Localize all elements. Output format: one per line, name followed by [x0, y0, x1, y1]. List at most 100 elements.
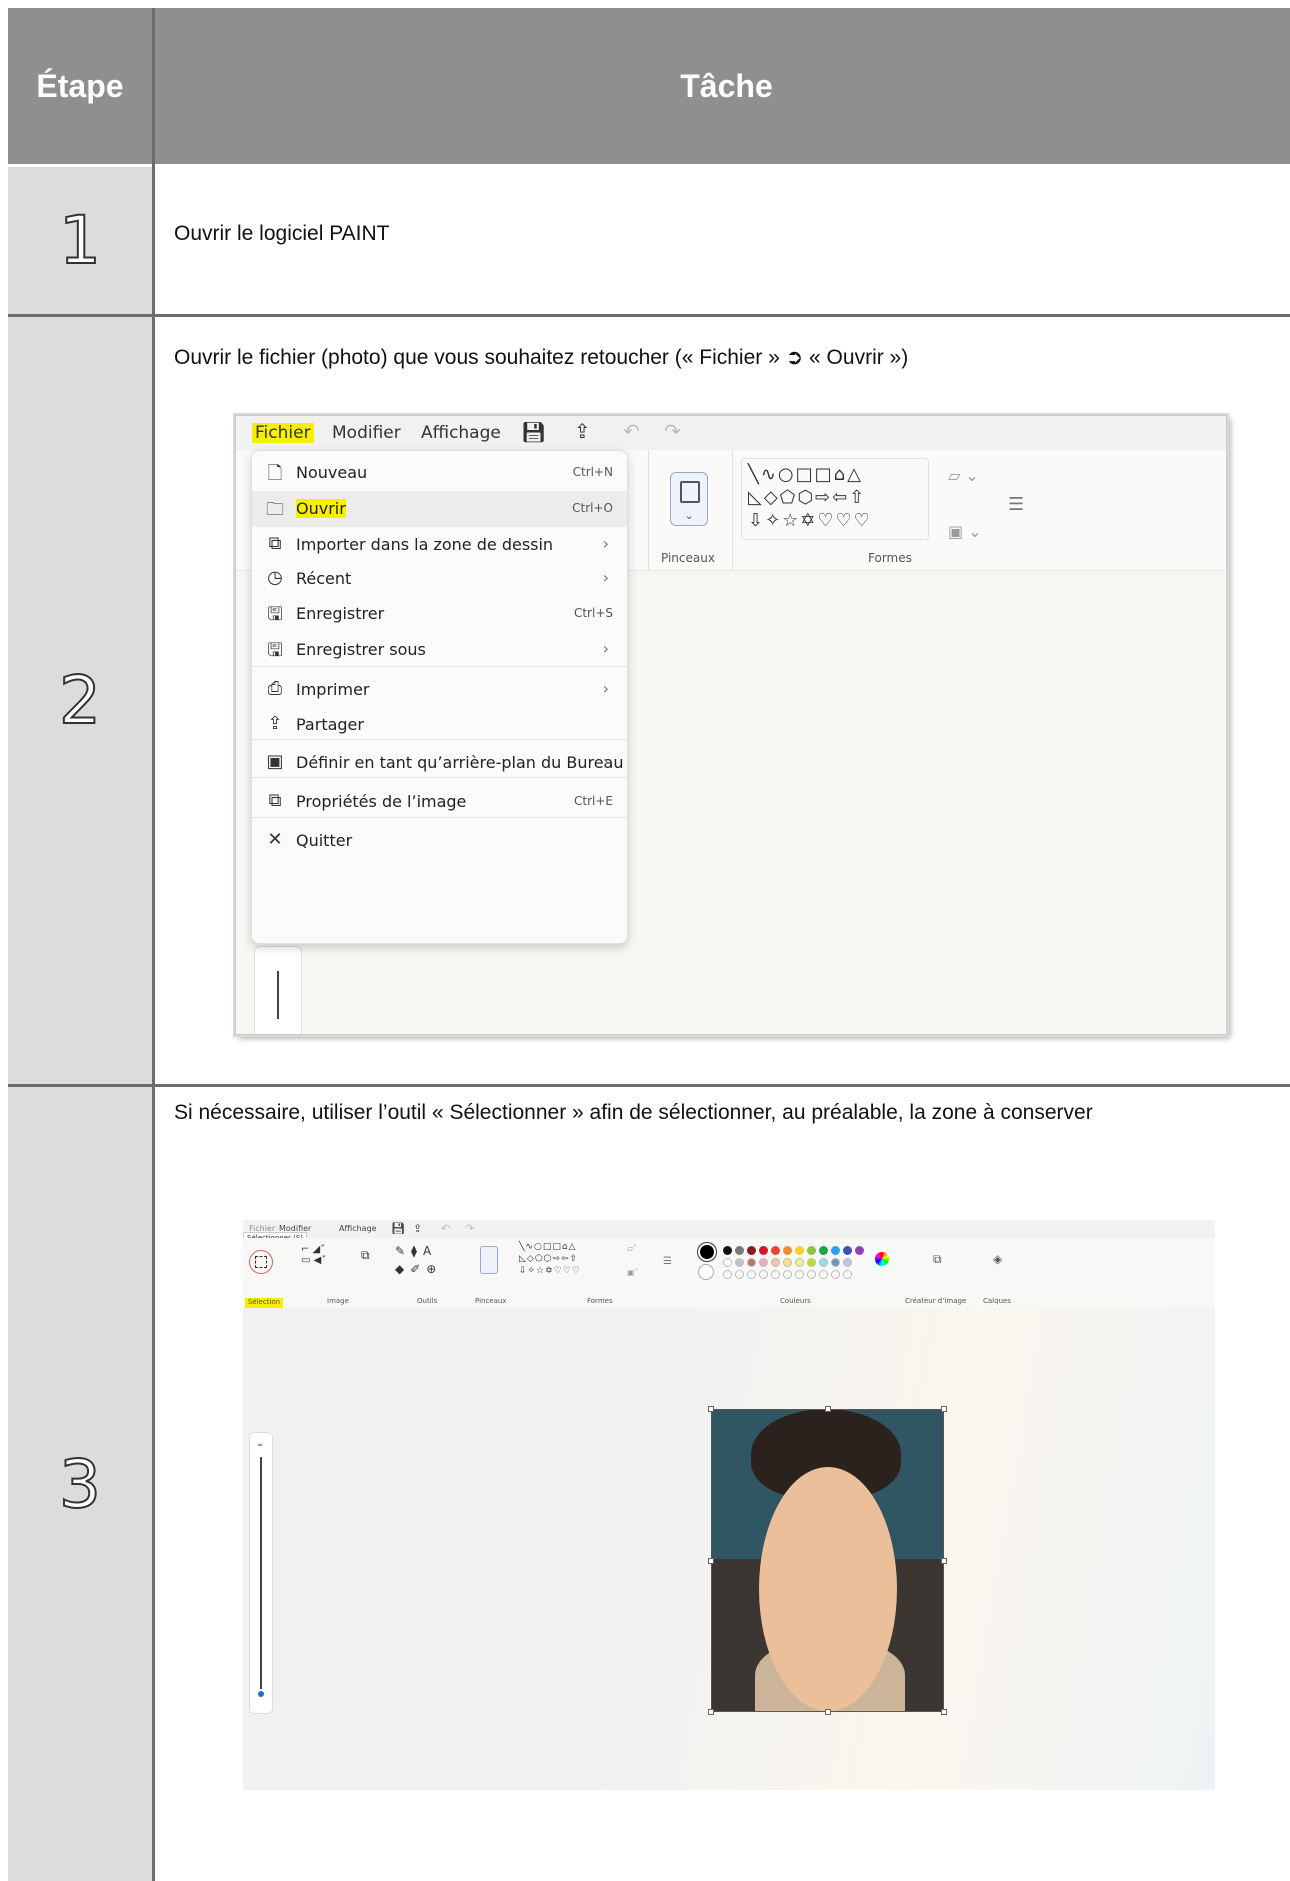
color-1-swatch[interactable] [698, 1243, 716, 1261]
menu-modifier[interactable]: Modifier [332, 423, 401, 443]
redo-icon[interactable]: ↷ [664, 419, 681, 443]
empty-color-swatch[interactable] [843, 1270, 852, 1279]
brush-icon[interactable] [480, 1246, 498, 1274]
image-creator-icon[interactable]: ⧉ [933, 1252, 942, 1267]
menu-item-enregistrer[interactable]: 🖫 Enregistrer Ctrl+S [252, 596, 627, 632]
layers-icon[interactable]: ◈ [993, 1252, 1002, 1266]
menu-item-label: Quitter [296, 831, 353, 850]
outline-icon[interactable]: ▱˅ [627, 1244, 637, 1253]
outline-icon[interactable]: ▱ ⌄ [948, 466, 979, 485]
empty-color-swatch[interactable] [783, 1270, 792, 1279]
menu-item-label: Propriétés de l’image [296, 792, 467, 811]
shapes-gallery[interactable]: ╲∿○□□⌂△ ◺◇⬠⬡⇨⇦⇧ ⇩✧☆✡♡♡♡ [741, 458, 929, 540]
paint-select-screenshot: Fichier Modifier Affichage 💾︎ ⇪ ↶ ↷ Séle… [243, 1220, 1215, 1790]
color-swatch[interactable] [747, 1246, 756, 1255]
step-number-1: 1 [58, 201, 102, 280]
color-swatch[interactable] [843, 1246, 852, 1255]
color-swatch[interactable] [831, 1246, 840, 1255]
undo-icon[interactable]: ↶ [623, 419, 640, 443]
color-swatch[interactable] [723, 1258, 732, 1267]
menu-fichier[interactable]: Fichier [252, 423, 314, 443]
menu-item-ouvrir[interactable]: 🗀 Ouvrir Ctrl+O [252, 491, 627, 527]
color-swatch[interactable] [819, 1246, 828, 1255]
brush-icon[interactable]: ⌄ [670, 472, 708, 526]
color-swatch[interactable] [783, 1246, 792, 1255]
menu-item-nouveau[interactable]: 🗋 Nouveau Ctrl+N [252, 455, 627, 491]
undo-icon[interactable]: ↶ [441, 1222, 450, 1235]
color-swatch[interactable] [723, 1246, 732, 1255]
empty-color-swatch[interactable] [795, 1270, 804, 1279]
fill-icon[interactable]: ▣˅ [627, 1268, 639, 1277]
empty-color-swatch[interactable] [759, 1270, 768, 1279]
save-icon: 🖫 [267, 604, 283, 625]
menu-item-partager[interactable]: ⇪ Partager [252, 707, 627, 743]
empty-color-swatch[interactable] [831, 1270, 840, 1279]
empty-color-swatch[interactable] [807, 1270, 816, 1279]
wallpaper-icon: ▣ [266, 751, 284, 772]
size-icon[interactable]: ☰ [1008, 494, 1024, 515]
color-swatch[interactable] [759, 1258, 768, 1267]
menu-separator [252, 739, 627, 740]
clock-icon: ◷ [267, 567, 283, 588]
chevron-right-icon: › [602, 679, 609, 698]
menu-item-récent[interactable]: ◷ Récent › [252, 561, 627, 597]
menu-item-quitter[interactable]: ✕ Quitter [252, 823, 627, 859]
menu-affichage[interactable]: Affichage [339, 1224, 377, 1233]
menu-item-label: Importer dans la zone de dessin [296, 535, 554, 554]
share-icon[interactable]: ⇪ [413, 1222, 422, 1235]
size-icon[interactable]: ☰ [663, 1256, 672, 1267]
color-swatch[interactable] [795, 1246, 804, 1255]
resize-icon[interactable]: ⧉ [361, 1248, 370, 1263]
menu-affichage[interactable]: Affichage [421, 423, 501, 443]
menu-item-imprimer[interactable]: ⎙ Imprimer › [252, 672, 627, 708]
zoom-slider[interactable] [254, 946, 302, 1034]
color-swatch[interactable] [735, 1258, 744, 1267]
menu-separator [252, 777, 627, 778]
color-swatch[interactable] [783, 1258, 792, 1267]
menu-item-propriétés-de-l-image[interactable]: ⧉ Propriétés de l’image Ctrl+E [252, 784, 627, 820]
group-label-formes: Formes [587, 1297, 613, 1305]
save-icon[interactable]: 💾︎ [391, 1222, 405, 1235]
task-cell-1: Ouvrir le logiciel PAINT [155, 167, 1290, 314]
tools-icons[interactable]: ✎⧫A ◆✐⊕ [395, 1242, 442, 1278]
file-icon: 🗋 [267, 463, 283, 484]
chevron-right-icon: › [602, 568, 609, 587]
menu-item-enregistrer-sous[interactable]: 🖫 Enregistrer sous › [252, 632, 627, 668]
image-tools-icons[interactable]: ⌐ ◢˅ ▭ ◀˅ [301, 1244, 326, 1266]
color-2-swatch[interactable] [698, 1264, 714, 1280]
redo-icon[interactable]: ↷ [465, 1222, 474, 1235]
color-swatch[interactable] [795, 1258, 804, 1267]
select-tool-button[interactable] [249, 1250, 273, 1274]
menu-item-définir-en-tant-qu-arrière-plan-du-bureau[interactable]: ▣ Définir en tant qu’arrière-plan du Bure… [252, 745, 627, 781]
group-label-pinceaux: Pinceaux [475, 1297, 507, 1305]
color-swatch[interactable] [843, 1258, 852, 1267]
color-swatch[interactable] [771, 1246, 780, 1255]
menu-item-importer-dans-la-zone-de-dessin[interactable]: ⧉ Importer dans la zone de dessin › [252, 527, 627, 563]
task-text-2: Ouvrir le fichier (photo) que vous souha… [174, 346, 909, 369]
menu-separator [252, 666, 627, 667]
zoom-slider[interactable]: ≈ [249, 1432, 273, 1714]
empty-color-swatch[interactable] [735, 1270, 744, 1279]
color-swatch[interactable] [831, 1258, 840, 1267]
share-icon[interactable]: ⇪ [574, 419, 591, 443]
color-swatch[interactable] [747, 1258, 756, 1267]
empty-color-swatch[interactable] [819, 1270, 828, 1279]
color-swatch[interactable] [759, 1246, 768, 1255]
save-icon[interactable]: 💾︎ [521, 420, 546, 444]
empty-color-swatch[interactable] [771, 1270, 780, 1279]
group-label-pinceaux: Pinceaux [661, 551, 715, 565]
color-swatch[interactable] [807, 1246, 816, 1255]
color-swatch[interactable] [771, 1258, 780, 1267]
fill-icon[interactable]: ▣ ⌄ [948, 522, 982, 541]
color-wheel-icon[interactable] [875, 1252, 889, 1266]
menu-item-label: Enregistrer sous [296, 640, 426, 659]
color-swatch[interactable] [855, 1246, 864, 1255]
color-swatch[interactable] [735, 1246, 744, 1255]
empty-color-swatch[interactable] [723, 1270, 732, 1279]
color-swatch[interactable] [819, 1258, 828, 1267]
shapes-gallery[interactable]: ╲∿○□□⌂△ ◺◇⬠⬡⇨⇦⇧ ⇩✧☆✡♡♡♡ [519, 1241, 613, 1283]
printer-icon: ⎙ [267, 678, 283, 699]
color-swatch[interactable] [807, 1258, 816, 1267]
selection-frame[interactable] [711, 1409, 944, 1712]
empty-color-swatch[interactable] [747, 1270, 756, 1279]
